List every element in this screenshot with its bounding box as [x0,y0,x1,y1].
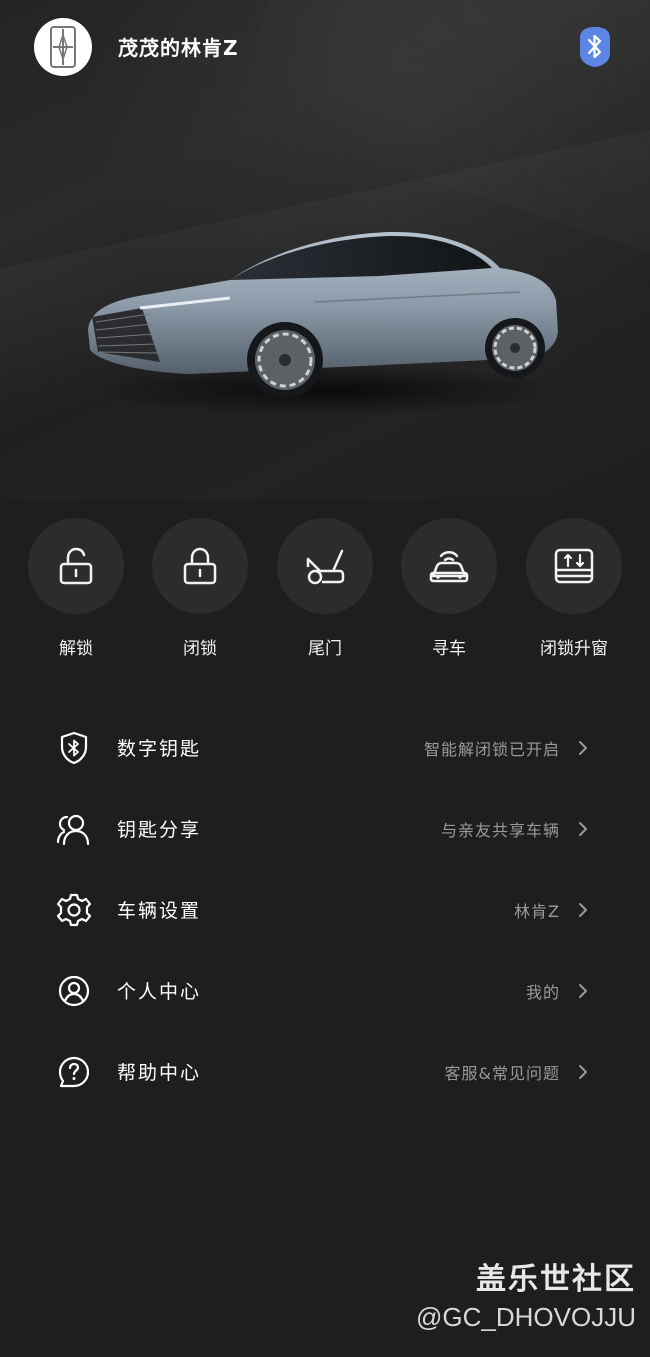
user-circle-icon [58,975,90,1007]
watermark-handle: @GC_DHOVOJJU [416,1302,636,1332]
share-users-icon [56,814,90,846]
header: 茂茂的林肯Z [0,0,650,100]
lincoln-logo-icon [50,26,76,68]
menu-item-key-share[interactable]: 钥匙分享 与亲友共享车辆 [0,787,650,869]
chevron-right-icon [579,741,587,755]
find-car-button[interactable]: 寻车 [394,518,504,668]
menu-item-value: 林肯Z [514,902,560,921]
control-circle[interactable] [401,518,497,614]
control-circle[interactable] [28,518,124,614]
lock-icon [183,547,217,585]
menu-item-label: 数字钥匙 [117,738,202,760]
menu-item-value: 我的 [525,983,560,1002]
menu-item-label: 个人中心 [117,981,202,1003]
control-label: 闭锁 [183,639,217,659]
watermark: 盖乐世社区 @GC_DHOVOJJU [416,1254,636,1333]
vehicle-title[interactable]: 茂茂的林肯Z [118,32,239,61]
help-icon [58,1056,90,1088]
menu-item-digital-key[interactable]: 数字钥匙 智能解闭锁已开启 [0,706,650,788]
menu-item-label: 钥匙分享 [117,819,202,841]
control-circle[interactable] [277,518,373,614]
menu-item-personal-center[interactable]: 个人中心 我的 [0,949,650,1031]
menu-item-label: 帮助中心 [117,1062,202,1084]
menu-item-value: 客服&常见问题 [444,1064,560,1083]
control-label: 解锁 [59,639,93,659]
control-label: 闭锁升窗 [540,639,608,659]
chevron-right-icon [579,822,587,836]
watermark-title: 盖乐世社区 [476,1262,636,1297]
tailgate-button[interactable]: 尾门 [270,518,380,668]
control-circle[interactable] [526,518,622,614]
tailgate-icon [306,549,345,585]
control-label: 尾门 [308,639,342,659]
bluetooth-icon[interactable] [579,26,611,68]
chevron-right-icon [579,1065,587,1079]
lock-button[interactable]: 闭锁 [145,518,255,668]
chevron-right-icon [579,984,587,998]
unlock-button[interactable]: 解锁 [21,518,131,668]
lock-window-button[interactable]: 闭锁升窗 [519,518,629,668]
car-image [88,231,570,416]
menu-item-vehicle-settings[interactable]: 车辆设置 林肯Z [0,868,650,950]
gear-icon [57,893,91,927]
unlock-icon [59,547,93,585]
lock-window-icon [554,548,594,584]
menu-item-value: 智能解闭锁已开启 [423,740,560,759]
find-car-icon [429,551,469,583]
chevron-right-icon [579,903,587,917]
menu-item-label: 车辆设置 [117,900,202,922]
control-label: 寻车 [432,639,466,659]
menu-item-value: 与亲友共享车辆 [440,821,560,840]
menu-item-help-center[interactable]: 帮助中心 客服&常见问题 [0,1030,650,1112]
bluetooth-shield-icon [60,731,88,765]
quick-controls: 解锁 闭锁 尾门 寻车 闭锁升窗 [0,518,650,668]
control-circle[interactable] [152,518,248,614]
avatar[interactable] [34,18,92,76]
